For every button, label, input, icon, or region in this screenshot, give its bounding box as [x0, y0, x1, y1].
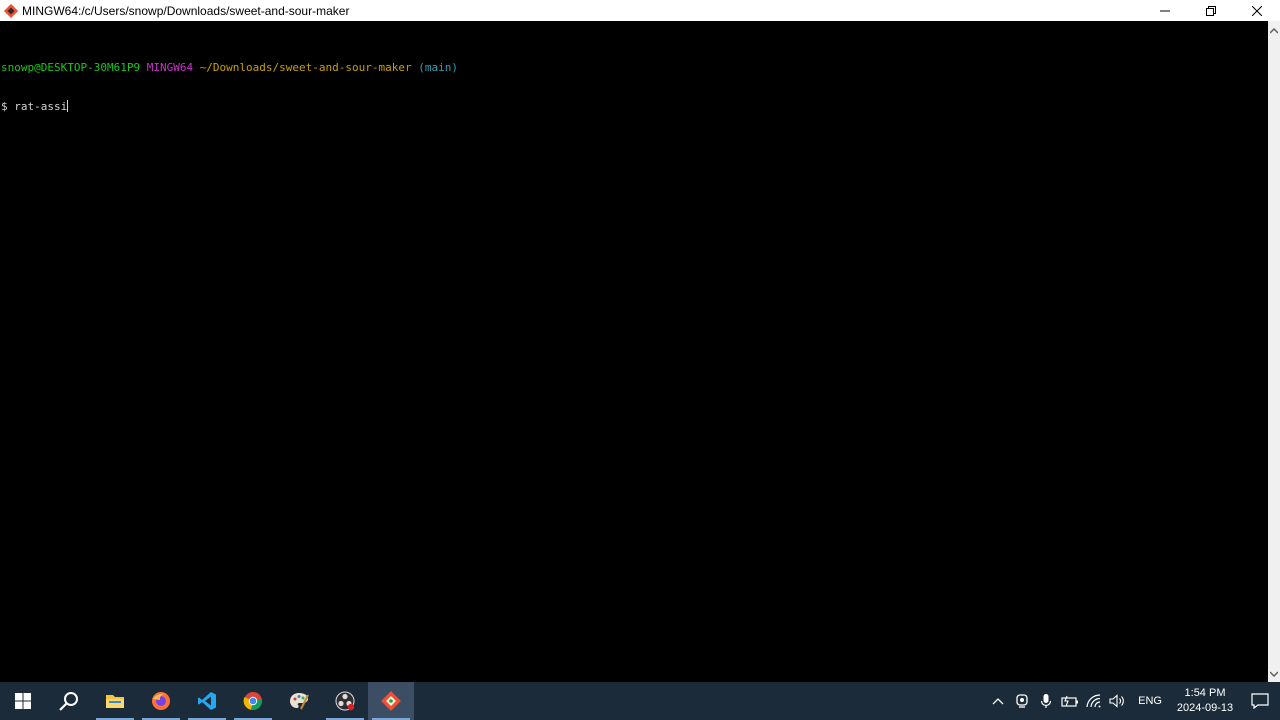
- webcam-icon: [1016, 694, 1028, 708]
- scroll-down-button[interactable]: [1268, 668, 1280, 680]
- scroll-up-button[interactable]: [1268, 25, 1280, 37]
- restore-button[interactable]: [1188, 0, 1234, 21]
- system-tray: ENG 1:54 PM 2024-09-13: [986, 682, 1280, 720]
- close-button[interactable]: [1234, 0, 1280, 21]
- paint-icon: [290, 693, 309, 710]
- prompt-line: snowp@DESKTOP-30M61P9 MINGW64 ~/Download…: [1, 61, 1268, 74]
- taskbar-obs[interactable]: [322, 682, 368, 720]
- chevron-down-icon: [1270, 671, 1278, 677]
- tray-microphone[interactable]: [1034, 682, 1058, 720]
- taskbar-chrome[interactable]: [230, 682, 276, 720]
- windows-logo-icon: [15, 693, 31, 709]
- wifi-icon: [1086, 694, 1101, 708]
- git-bash-icon: [3, 3, 19, 19]
- clock-date: 2024-09-13: [1176, 702, 1234, 714]
- folder-icon: [106, 695, 124, 708]
- chevron-up-icon: [1270, 28, 1278, 34]
- prompt-branch: (main): [418, 61, 458, 74]
- minimize-icon: [1160, 10, 1170, 11]
- text-cursor: [67, 100, 69, 112]
- action-center-button[interactable]: [1240, 682, 1280, 720]
- vscode-icon: [198, 692, 216, 710]
- clock-time: 1:54 PM: [1184, 687, 1226, 699]
- taskbar-file-explorer[interactable]: [92, 682, 138, 720]
- tray-meet-now[interactable]: [1010, 682, 1034, 720]
- tray-volume[interactable]: [1106, 682, 1130, 720]
- taskbar-paint[interactable]: [276, 682, 322, 720]
- firefox-icon: [152, 692, 170, 710]
- prompt-path: ~/Downloads/sweet-and-sour-maker: [199, 61, 412, 74]
- taskbar-firefox[interactable]: [138, 682, 184, 720]
- window-controls: [1142, 0, 1280, 21]
- start-button[interactable]: [0, 682, 46, 720]
- taskbar-vscode[interactable]: [184, 682, 230, 720]
- language-indicator[interactable]: ENG: [1130, 695, 1170, 707]
- search-icon: [59, 692, 78, 711]
- microphone-icon: [1041, 694, 1052, 708]
- vertical-scrollbar[interactable]: [1268, 21, 1280, 682]
- tray-network[interactable]: [1082, 682, 1106, 720]
- command-input[interactable]: rat-assi: [14, 100, 67, 113]
- command-line[interactable]: $ rat-assi: [1, 100, 1268, 113]
- minimize-button[interactable]: [1142, 0, 1188, 21]
- restore-icon: [1206, 5, 1216, 16]
- tray-battery[interactable]: [1058, 682, 1082, 720]
- taskbar: ENG 1:54 PM 2024-09-13: [0, 682, 1280, 720]
- git-icon: [381, 691, 401, 711]
- chrome-icon: [243, 692, 263, 711]
- obs-icon: [335, 691, 355, 711]
- speaker-icon: [1109, 694, 1124, 708]
- prompt-user-host: snowp@DESKTOP-30M61P9: [1, 61, 141, 74]
- notification-icon: [1251, 693, 1269, 709]
- window-titlebar[interactable]: MINGW64:/c/Users/snowp/Downloads/sweet-a…: [0, 0, 1280, 21]
- prompt-symbol: $: [1, 100, 8, 113]
- show-hidden-icons-button[interactable]: [986, 682, 1010, 720]
- close-icon: [1252, 5, 1262, 16]
- battery-icon: [1061, 695, 1079, 707]
- terminal-area[interactable]: snowp@DESKTOP-30M61P9 MINGW64 ~/Download…: [0, 21, 1268, 682]
- taskbar-git-bash[interactable]: [368, 682, 414, 720]
- chevron-up-icon: [992, 698, 1004, 705]
- clock[interactable]: 1:54 PM 2024-09-13: [1170, 686, 1240, 716]
- prompt-system: MINGW64: [146, 61, 194, 74]
- search-button[interactable]: [46, 682, 92, 720]
- window-title: MINGW64:/c/Users/snowp/Downloads/sweet-a…: [22, 3, 350, 18]
